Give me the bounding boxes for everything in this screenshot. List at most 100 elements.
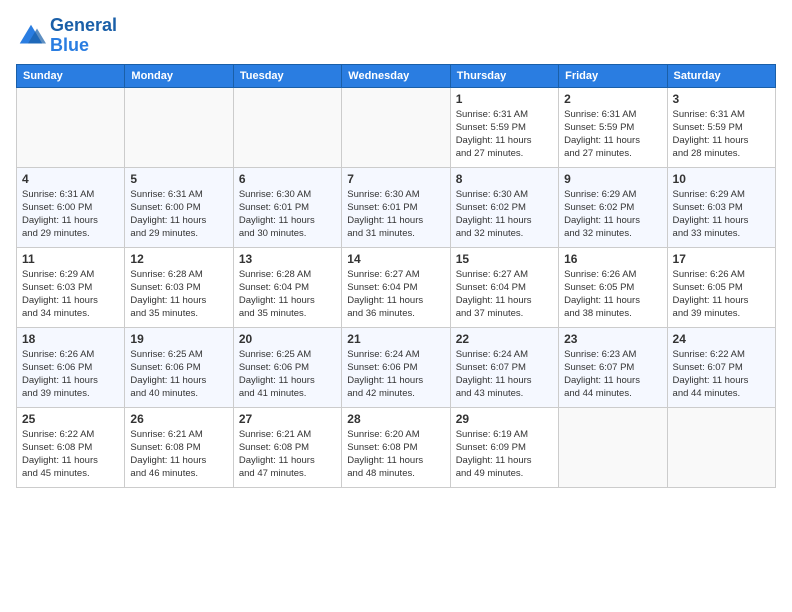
calendar-week-row: 1 Sunrise: 6:31 AM Sunset: 5:59 PM Daylig… xyxy=(17,87,776,167)
day-info: Sunrise: 6:22 AM Sunset: 6:08 PM Dayligh… xyxy=(22,428,119,481)
calendar-cell: 1 Sunrise: 6:31 AM Sunset: 5:59 PM Daylig… xyxy=(450,87,558,167)
calendar-header: SundayMondayTuesdayWednesdayThursdayFrid… xyxy=(17,64,776,87)
day-info: Sunrise: 6:22 AM Sunset: 6:07 PM Dayligh… xyxy=(673,348,770,401)
day-info: Sunrise: 6:21 AM Sunset: 6:08 PM Dayligh… xyxy=(130,428,227,481)
weekday-header: Wednesday xyxy=(342,64,450,87)
day-info: Sunrise: 6:30 AM Sunset: 6:01 PM Dayligh… xyxy=(347,188,444,241)
logo: General Blue xyxy=(16,16,117,56)
calendar-cell: 19Sunrise: 6:25 AM Sunset: 6:06 PM Dayli… xyxy=(125,327,233,407)
calendar-table: SundayMondayTuesdayWednesdayThursdayFrid… xyxy=(16,64,776,488)
day-info: Sunrise: 6:30 AM Sunset: 6:02 PM Dayligh… xyxy=(456,188,553,241)
calendar-cell: 15 Sunrise: 6:27 AM Sunset: 6:04 PM Dayli… xyxy=(450,247,558,327)
calendar-cell xyxy=(559,407,667,487)
weekday-header: Monday xyxy=(125,64,233,87)
calendar-cell xyxy=(125,87,233,167)
calendar-cell: 20 Sunrise: 6:25 AM Sunset: 6:06 PM Dayli… xyxy=(233,327,341,407)
day-info: Sunrise: 6:31 AM Sunset: 5:59 PM Dayligh… xyxy=(673,108,770,161)
calendar-cell: 2 Sunrise: 6:31 AM Sunset: 5:59 PM Daylig… xyxy=(559,87,667,167)
day-number: 6 xyxy=(239,172,336,186)
day-info: Sunrise: 6:28 AM Sunset: 6:03 PM Dayligh… xyxy=(130,268,227,321)
calendar-week-row: 18 Sunrise: 6:26 AM Sunset: 6:06 PM Dayli… xyxy=(17,327,776,407)
day-info: Sunrise: 6:28 AM Sunset: 6:04 PM Dayligh… xyxy=(239,268,336,321)
calendar-cell xyxy=(17,87,125,167)
day-number: 22 xyxy=(456,332,553,346)
logo-icon xyxy=(16,21,46,51)
day-info: Sunrise: 6:27 AM Sunset: 6:04 PM Dayligh… xyxy=(456,268,553,321)
calendar-cell: 10 Sunrise: 6:29 AM Sunset: 6:03 PM Dayli… xyxy=(667,167,775,247)
day-number: 13 xyxy=(239,252,336,266)
day-number: 11 xyxy=(22,252,119,266)
day-number: 5 xyxy=(130,172,227,186)
calendar-cell: 25 Sunrise: 6:22 AM Sunset: 6:08 PM Dayli… xyxy=(17,407,125,487)
day-info: Sunrise: 6:25 AM Sunset: 6:06 PM Dayligh… xyxy=(239,348,336,401)
calendar-cell: 11 Sunrise: 6:29 AM Sunset: 6:03 PM Dayli… xyxy=(17,247,125,327)
weekday-header: Saturday xyxy=(667,64,775,87)
calendar-cell xyxy=(233,87,341,167)
calendar-cell: 23 Sunrise: 6:23 AM Sunset: 6:07 PM Dayli… xyxy=(559,327,667,407)
day-info: Sunrise: 6:27 AM Sunset: 6:04 PM Dayligh… xyxy=(347,268,444,321)
calendar-cell: 7 Sunrise: 6:30 AM Sunset: 6:01 PM Daylig… xyxy=(342,167,450,247)
logo-text: General Blue xyxy=(50,16,117,56)
day-number: 16 xyxy=(564,252,661,266)
day-number: 21 xyxy=(347,332,444,346)
day-info: Sunrise: 6:29 AM Sunset: 6:03 PM Dayligh… xyxy=(673,188,770,241)
day-number: 4 xyxy=(22,172,119,186)
day-number: 15 xyxy=(456,252,553,266)
day-number: 20 xyxy=(239,332,336,346)
calendar-cell: 17 Sunrise: 6:26 AM Sunset: 6:05 PM Dayli… xyxy=(667,247,775,327)
day-info: Sunrise: 6:26 AM Sunset: 6:06 PM Dayligh… xyxy=(22,348,119,401)
weekday-header: Friday xyxy=(559,64,667,87)
day-info: Sunrise: 6:30 AM Sunset: 6:01 PM Dayligh… xyxy=(239,188,336,241)
day-info: Sunrise: 6:31 AM Sunset: 5:59 PM Dayligh… xyxy=(564,108,661,161)
day-info: Sunrise: 6:29 AM Sunset: 6:02 PM Dayligh… xyxy=(564,188,661,241)
day-info: Sunrise: 6:20 AM Sunset: 6:08 PM Dayligh… xyxy=(347,428,444,481)
day-number: 3 xyxy=(673,92,770,106)
calendar-cell xyxy=(667,407,775,487)
day-number: 10 xyxy=(673,172,770,186)
day-info: Sunrise: 6:23 AM Sunset: 6:07 PM Dayligh… xyxy=(564,348,661,401)
calendar-cell: 3 Sunrise: 6:31 AM Sunset: 5:59 PM Daylig… xyxy=(667,87,775,167)
page-header: General Blue xyxy=(16,16,776,56)
day-number: 1 xyxy=(456,92,553,106)
calendar-cell: 9 Sunrise: 6:29 AM Sunset: 6:02 PM Daylig… xyxy=(559,167,667,247)
weekday-header: Thursday xyxy=(450,64,558,87)
day-info: Sunrise: 6:31 AM Sunset: 5:59 PM Dayligh… xyxy=(456,108,553,161)
day-info: Sunrise: 6:26 AM Sunset: 6:05 PM Dayligh… xyxy=(564,268,661,321)
calendar-cell: 16 Sunrise: 6:26 AM Sunset: 6:05 PM Dayli… xyxy=(559,247,667,327)
day-number: 17 xyxy=(673,252,770,266)
calendar-cell: 13 Sunrise: 6:28 AM Sunset: 6:04 PM Dayli… xyxy=(233,247,341,327)
calendar-cell: 14 Sunrise: 6:27 AM Sunset: 6:04 PM Dayli… xyxy=(342,247,450,327)
calendar-cell: 6 Sunrise: 6:30 AM Sunset: 6:01 PM Daylig… xyxy=(233,167,341,247)
calendar-cell: 27Sunrise: 6:21 AM Sunset: 6:08 PM Dayli… xyxy=(233,407,341,487)
day-number: 8 xyxy=(456,172,553,186)
day-number: 19 xyxy=(130,332,227,346)
weekday-header: Sunday xyxy=(17,64,125,87)
calendar-cell: 4Sunrise: 6:31 AM Sunset: 6:00 PM Daylig… xyxy=(17,167,125,247)
calendar-week-row: 4 Sunrise: 6:31 AM Sunset: 6:00 PM Daylig… xyxy=(17,167,776,247)
day-number: 7 xyxy=(347,172,444,186)
day-number: 2 xyxy=(564,92,661,106)
day-info: Sunrise: 6:31 AM Sunset: 6:00 PM Dayligh… xyxy=(130,188,227,241)
day-info: Sunrise: 6:24 AM Sunset: 6:07 PM Dayligh… xyxy=(456,348,553,401)
day-number: 25 xyxy=(22,412,119,426)
day-info: Sunrise: 6:26 AM Sunset: 6:05 PM Dayligh… xyxy=(673,268,770,321)
calendar-week-row: 11 Sunrise: 6:29 AM Sunset: 6:03 PM Dayli… xyxy=(17,247,776,327)
calendar-cell: 5 Sunrise: 6:31 AM Sunset: 6:00 PM Daylig… xyxy=(125,167,233,247)
calendar-cell: 12Sunrise: 6:28 AM Sunset: 6:03 PM Dayli… xyxy=(125,247,233,327)
day-number: 28 xyxy=(347,412,444,426)
calendar-cell: 18 Sunrise: 6:26 AM Sunset: 6:06 PM Dayli… xyxy=(17,327,125,407)
day-number: 27 xyxy=(239,412,336,426)
day-number: 26 xyxy=(130,412,227,426)
day-number: 14 xyxy=(347,252,444,266)
calendar-cell: 21 Sunrise: 6:24 AM Sunset: 6:06 PM Dayli… xyxy=(342,327,450,407)
day-number: 23 xyxy=(564,332,661,346)
calendar-cell: 24 Sunrise: 6:22 AM Sunset: 6:07 PM Dayli… xyxy=(667,327,775,407)
calendar-cell xyxy=(342,87,450,167)
day-number: 18 xyxy=(22,332,119,346)
calendar-cell: 22 Sunrise: 6:24 AM Sunset: 6:07 PM Dayli… xyxy=(450,327,558,407)
day-number: 9 xyxy=(564,172,661,186)
calendar-cell: 28 Sunrise: 6:20 AM Sunset: 6:08 PM Dayli… xyxy=(342,407,450,487)
day-info: Sunrise: 6:24 AM Sunset: 6:06 PM Dayligh… xyxy=(347,348,444,401)
day-info: Sunrise: 6:29 AM Sunset: 6:03 PM Dayligh… xyxy=(22,268,119,321)
day-number: 24 xyxy=(673,332,770,346)
